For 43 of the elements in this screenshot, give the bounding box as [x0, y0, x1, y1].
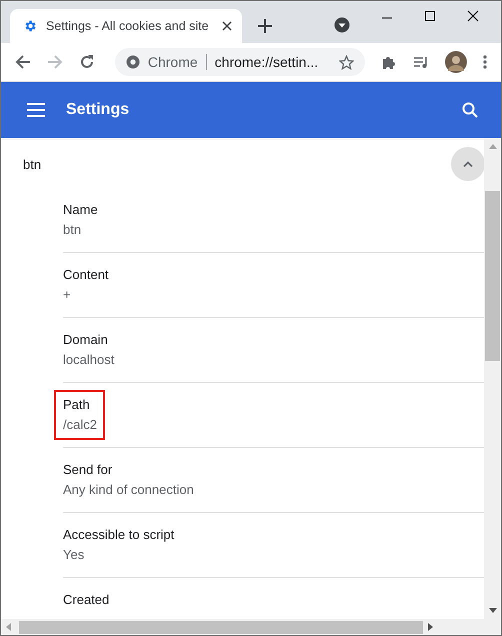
close-icon[interactable] — [222, 21, 232, 31]
address-bar[interactable]: Chrome chrome://settin... — [114, 48, 366, 76]
field-value: + — [63, 286, 72, 304]
site-label: Chrome — [148, 54, 198, 70]
gear-icon — [23, 19, 37, 33]
new-tab-icon[interactable] — [258, 19, 272, 33]
menu-icon[interactable] — [27, 103, 45, 117]
scrollbar-thumb[interactable] — [19, 620, 423, 634]
field-label: Created — [63, 591, 110, 609]
star-icon[interactable] — [339, 54, 354, 70]
field-value: /calc2 — [63, 416, 97, 434]
field-label: Name — [63, 201, 98, 219]
more-icon[interactable] — [483, 55, 487, 69]
avatar-icon[interactable] — [445, 51, 468, 73]
field-label: Accessible to script — [63, 526, 174, 544]
chevron-icon — [463, 161, 473, 167]
tab-search-icon[interactable] — [334, 17, 350, 33]
scroll-down-icon[interactable] — [488, 608, 496, 613]
chrome-logo-icon — [126, 55, 140, 69]
field-value: localhost — [63, 351, 114, 369]
field-label: Path — [63, 396, 91, 414]
media-queue-icon[interactable] — [413, 54, 430, 70]
browser-tab[interactable]: Settings - All cookies and site — [10, 9, 242, 43]
field-label: Domain — [63, 331, 109, 349]
close-icon[interactable] — [467, 10, 479, 22]
horizontal-scrollbar[interactable] — [1, 619, 501, 635]
puzzle-icon[interactable] — [381, 54, 398, 70]
header-title: Settings — [66, 101, 130, 119]
field-value: Yes — [63, 546, 86, 564]
scroll-right-icon[interactable] — [428, 623, 433, 631]
url-text: chrome://settin... — [214, 54, 320, 70]
cookie-name: btn — [23, 156, 42, 172]
tab-title: Settings - All cookies and site — [46, 19, 210, 33]
maximize-icon[interactable] — [424, 10, 436, 22]
reload-icon[interactable] — [78, 54, 95, 70]
field-label: Send for — [63, 461, 114, 479]
field-value: Any kind of connection — [63, 481, 194, 499]
back-icon[interactable] — [15, 54, 31, 70]
field-label: Content — [63, 266, 109, 284]
vertical-scrollbar[interactable] — [484, 138, 501, 619]
field-value: btn — [63, 221, 82, 239]
search-icon[interactable] — [462, 102, 478, 118]
scrollbar-thumb[interactable] — [485, 191, 500, 361]
